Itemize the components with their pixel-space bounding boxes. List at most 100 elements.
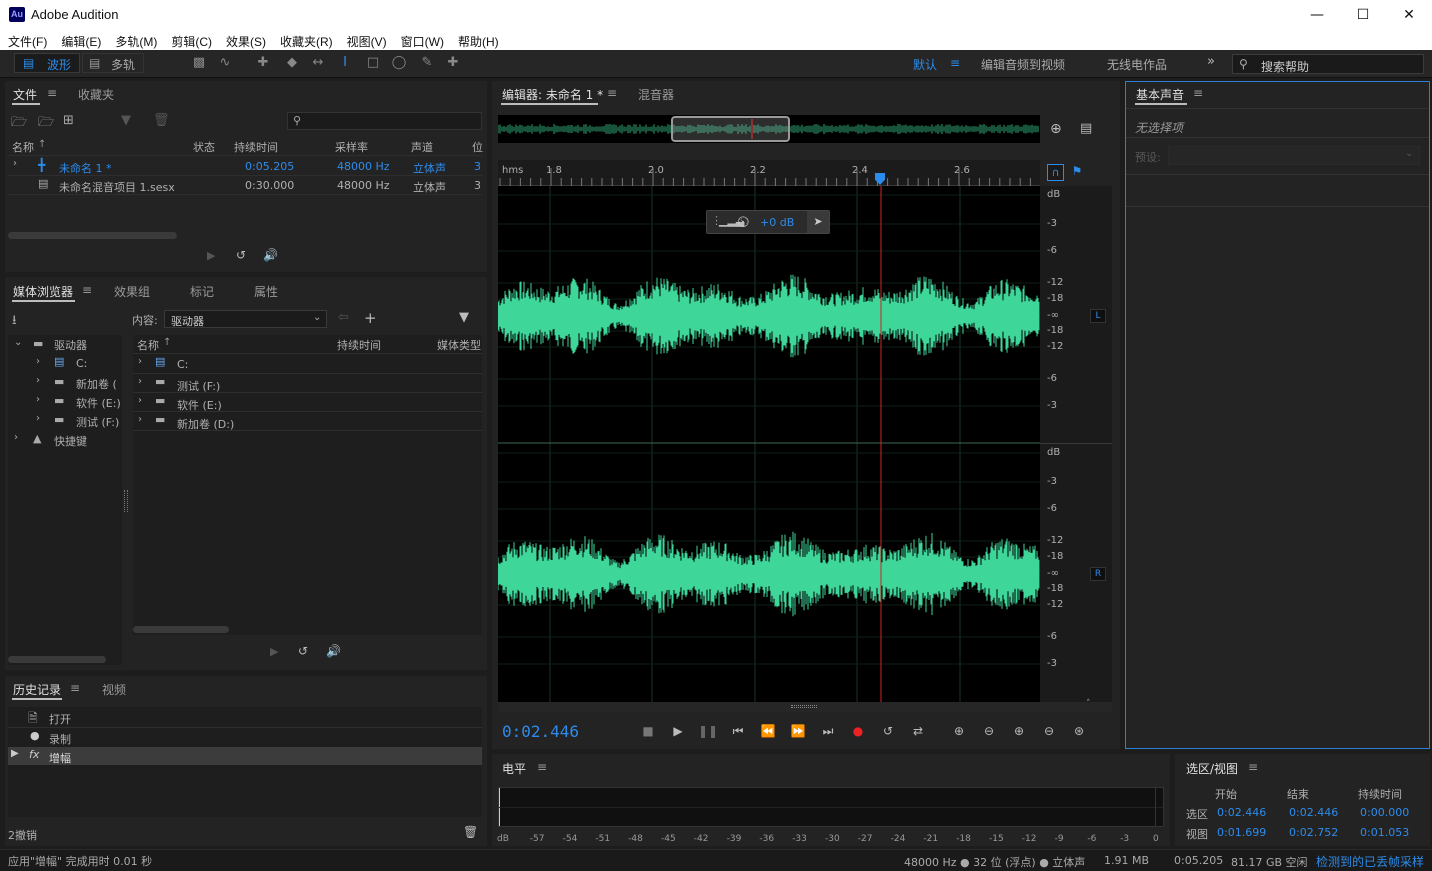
pin-icon[interactable]: ➤ — [807, 211, 829, 233]
chevron-right-icon[interactable]: › — [36, 413, 40, 424]
lasso-tool-icon[interactable]: ◯ — [390, 55, 408, 71]
channel-right-toggle[interactable]: R — [1090, 567, 1106, 581]
chevron-right-icon[interactable]: › — [36, 394, 40, 405]
table-row[interactable]: › ╋ 未命名 1 * 0:05.205 48000 Hz 立体声 3 — [8, 157, 482, 175]
menu-edit[interactable]: 编辑(E) — [61, 30, 101, 50]
menu-help[interactable]: 帮助(H) — [458, 30, 499, 50]
selection-start[interactable]: 0:02.446 — [1217, 806, 1266, 819]
marker-pin-icon[interactable]: ⚑ — [1070, 164, 1084, 181]
filter-icon[interactable]: ▼ — [459, 310, 469, 325]
zoom-out-time-icon[interactable]: ⊖ — [1038, 722, 1060, 740]
menu-window[interactable]: 窗口(W) — [401, 30, 444, 50]
pause-icon[interactable]: ❚❚ — [697, 722, 719, 740]
chevron-up-icon[interactable]: ˄ — [1086, 699, 1091, 709]
tab-markers[interactable]: 标记 — [190, 283, 214, 300]
loop-preview-icon[interactable]: ↺ — [298, 644, 308, 658]
overview-bar[interactable] — [497, 115, 1040, 143]
tab-files[interactable]: 文件 — [13, 86, 37, 103]
files-panel-menu-icon[interactable]: ≡ — [47, 86, 57, 100]
col-media-type[interactable]: 媒体类型 — [437, 337, 482, 353]
gain-knob-icon[interactable]: ⏲ — [737, 212, 749, 232]
col-status[interactable]: 状态 — [193, 139, 215, 155]
current-time-display[interactable]: 0:02.446 — [502, 722, 579, 741]
gain-hud[interactable]: ⋮ ▁▂▃ ⏲ +0 dB ➤ — [706, 210, 830, 234]
col-duration[interactable]: 持续时间 — [337, 337, 381, 353]
col-duration[interactable]: 持续时间 — [234, 139, 278, 155]
autoplay-icon[interactable]: 🔊 — [326, 644, 341, 658]
tab-history[interactable]: 历史记录 — [13, 681, 61, 698]
zoom-out-amplitude-icon[interactable]: ⊖ — [978, 722, 1000, 740]
tab-video[interactable]: 视频 — [102, 681, 126, 698]
tab-levels[interactable]: 电平 — [502, 760, 526, 777]
time-selection-tool-icon[interactable]: I — [336, 55, 354, 71]
stop-icon[interactable]: ■ — [637, 722, 659, 740]
chevron-right-icon[interactable]: › — [36, 356, 40, 367]
tab-properties[interactable]: 属性 — [254, 283, 278, 300]
col-channels[interactable]: 声道 — [411, 139, 433, 155]
tab-editor[interactable]: 编辑器: 未命名 1 * — [502, 86, 603, 103]
history-item[interactable]: ● 录制 — [8, 728, 482, 747]
scroll-grip[interactable] — [791, 705, 817, 708]
waveform-display[interactable]: ⋮ ▁▂▃ ⏲ +0 dB ➤ — [497, 186, 1040, 702]
tree-item-c[interactable]: C: — [76, 357, 87, 370]
levels-panel-menu-icon[interactable]: ≡ — [537, 760, 547, 774]
view-duration[interactable]: 0:01.053 — [1360, 826, 1409, 839]
media-panel-menu-icon[interactable]: ≡ — [82, 283, 92, 297]
splitter-handle[interactable] — [124, 490, 128, 512]
content-select[interactable]: 驱动器 ⌄ — [164, 310, 327, 328]
skip-to-start-icon[interactable]: ⏮ — [727, 722, 749, 740]
dropped-samples-link[interactable]: 检测到的已丢帧采样 — [1316, 853, 1424, 870]
essential-panel-menu-icon[interactable]: ≡ — [1193, 86, 1203, 100]
workspace-radio[interactable]: 无线电作品 — [1107, 56, 1167, 73]
workspace-edit-to-video[interactable]: 编辑音频到视频 — [981, 56, 1065, 73]
hud-gain-value[interactable]: +0 dB — [760, 216, 794, 229]
files-search-input[interactable]: ⚲ — [287, 112, 482, 130]
loop-preview-icon[interactable]: ↺ — [236, 248, 246, 262]
razor-tool-icon[interactable]: ◆ — [283, 55, 301, 71]
multitrack-view-button[interactable]: ▤ 多轨 — [82, 53, 144, 73]
tab-media-browser[interactable]: 媒体浏览器 — [13, 283, 73, 300]
trash-icon[interactable]: 🗑 — [463, 825, 478, 839]
rewind-icon[interactable]: ⏪ — [757, 722, 779, 740]
tree-scrollbar[interactable] — [8, 656, 106, 663]
selection-panel-menu-icon[interactable]: ≡ — [1248, 760, 1258, 774]
col-samplerate[interactable]: 采样率 — [335, 139, 368, 155]
list-item[interactable]: › ▬ 软件 (E:) — [133, 393, 482, 412]
tree-item-software[interactable]: 软件 (E:) — [76, 395, 121, 411]
play-icon[interactable]: ▶ — [667, 722, 689, 740]
view-start[interactable]: 0:01.699 — [1217, 826, 1266, 839]
view-end[interactable]: 0:02.752 — [1289, 826, 1338, 839]
menu-view[interactable]: 视图(V) — [347, 30, 387, 50]
zoom-to-selection-icon[interactable]: ⊕ — [1050, 121, 1062, 137]
loop-playback-icon[interactable]: ↺ — [877, 722, 899, 740]
add-shortcut-icon[interactable]: + — [364, 309, 377, 327]
timeline-ruler[interactable]: hms 1.8 2.0 2.2 2.4 2.6 — [498, 160, 1040, 186]
list-item[interactable]: › ▬ 测试 (F:) — [133, 374, 482, 393]
tab-effects-group[interactable]: 效果组 — [114, 283, 150, 300]
open-file-icon[interactable]: 🗁 — [11, 113, 27, 135]
chevron-right-icon[interactable]: › — [36, 375, 40, 386]
snap-icon[interactable]: ∩ — [1047, 164, 1064, 181]
history-item[interactable]: ▶ fx 增幅 — [8, 747, 482, 765]
col-name[interactable]: 名称 — [12, 139, 34, 155]
list-item[interactable]: › ▬ 新加卷 (D:) — [133, 412, 482, 431]
tree-item-test[interactable]: 测试 (F:) — [76, 414, 119, 430]
spectral-frequency-icon[interactable]: ▩ — [190, 55, 208, 71]
menu-clip[interactable]: 剪辑(C) — [171, 30, 212, 50]
tab-selection-view[interactable]: 选区/视图 — [1186, 760, 1238, 777]
move-tool-icon[interactable]: ✚ — [254, 55, 272, 71]
marquee-tool-icon[interactable]: □ — [364, 55, 382, 71]
zoom-out-full-icon[interactable]: ⊛ — [1068, 722, 1090, 740]
selection-duration[interactable]: 0:00.000 — [1360, 806, 1409, 819]
zoom-in-amplitude-icon[interactable]: ⊕ — [948, 722, 970, 740]
tab-essential-sound[interactable]: 基本声音 — [1136, 86, 1184, 103]
col-name[interactable]: 名称 — [137, 337, 159, 353]
download-icon[interactable]: ⭳ — [12, 311, 17, 333]
horizontal-scrollbar[interactable]: ˄ — [498, 699, 1112, 712]
spot-healing-tool-icon[interactable]: ✚ — [444, 55, 462, 71]
history-item[interactable]: 🗎 打开 — [8, 708, 482, 727]
import-file-icon[interactable]: 🗁 — [38, 113, 54, 135]
menu-multitrack[interactable]: 多轨(M) — [115, 30, 157, 50]
tree-item-drives[interactable]: 驱动器 — [54, 337, 87, 353]
slip-tool-icon[interactable]: ↔ — [309, 55, 327, 71]
